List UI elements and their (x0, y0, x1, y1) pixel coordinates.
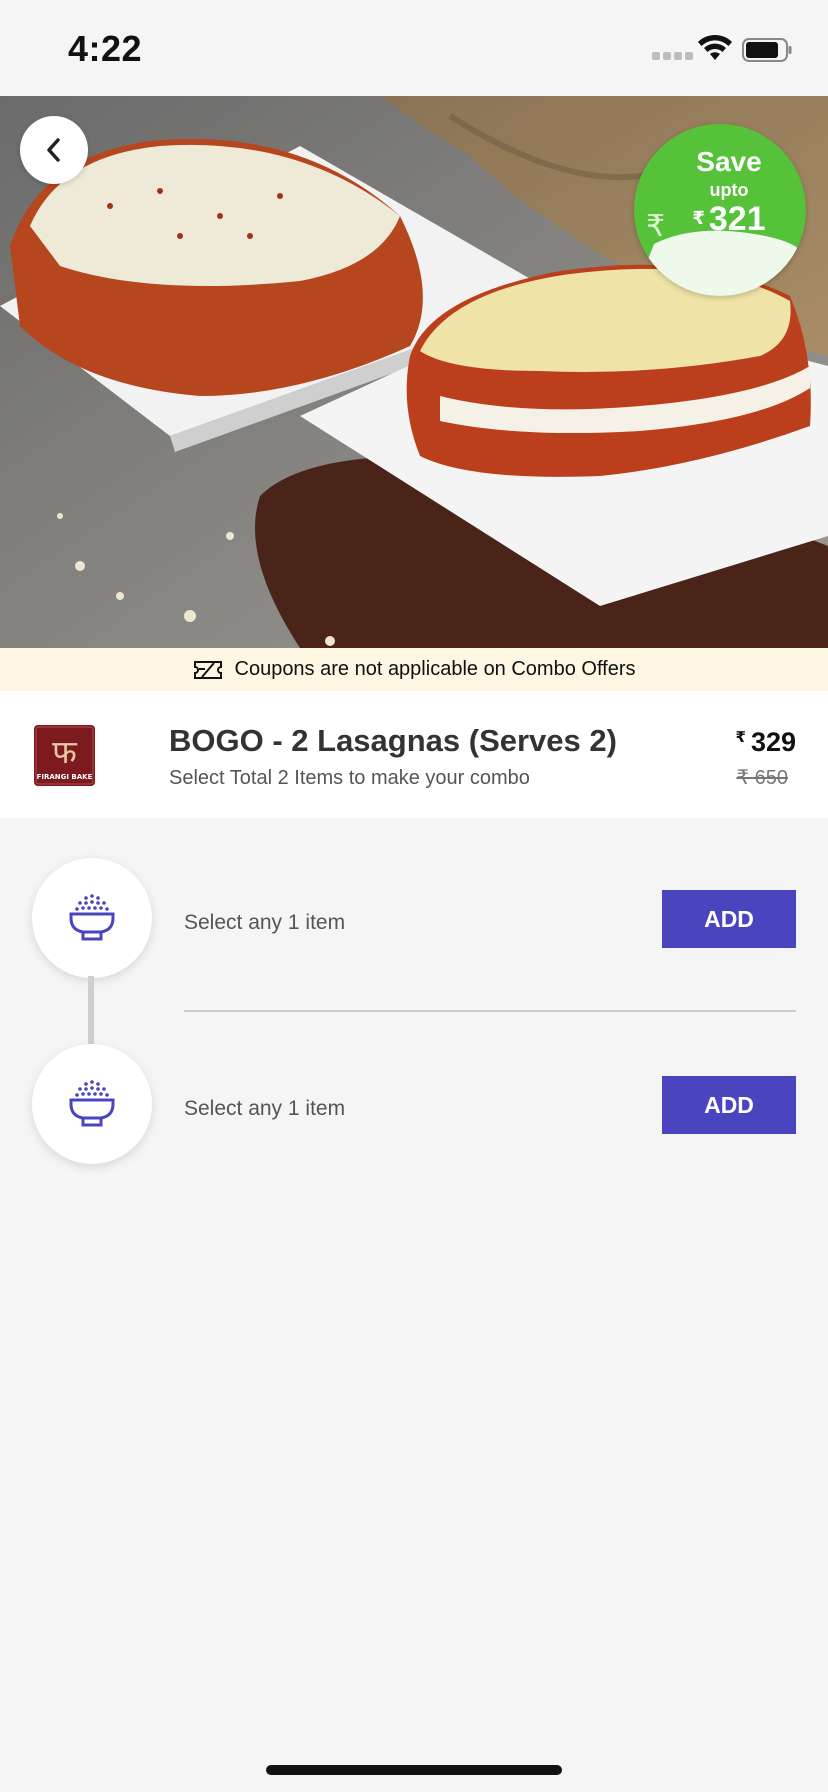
combo-price: ₹329 (736, 727, 797, 758)
slot-divider (184, 1010, 796, 1012)
svg-text:FIRANGI BAKE: FIRANGI BAKE (37, 773, 93, 781)
slot-2-label: Select any 1 item (184, 1097, 346, 1120)
status-bar: 4:22 (0, 0, 828, 96)
save-badge: ₹ Save upto ₹321 (634, 124, 806, 296)
combo-header: फ FIRANGI BAKE BOGO - 2 Lasagnas (Serves… (0, 691, 828, 818)
save-badge-title: Save (696, 146, 762, 177)
coupon-notice: Coupons are not applicable on Combo Offe… (0, 648, 828, 691)
back-button[interactable] (20, 116, 88, 184)
status-time: 4:22 (68, 28, 143, 69)
slot-2-add-button[interactable]: ADD (662, 1076, 796, 1134)
slot-2-icon-circle (32, 1044, 152, 1164)
slot-1-icon-circle (32, 858, 152, 978)
battery-icon (742, 38, 792, 62)
brand-logo: फ FIRANGI BAKE (34, 725, 95, 786)
slot-1-label: Select any 1 item (184, 911, 346, 934)
save-badge-currency: ₹ (692, 208, 705, 228)
svg-text:फ: फ (52, 733, 78, 771)
cellular-signal-icon (652, 52, 693, 60)
coupon-off-icon (193, 660, 222, 679)
home-indicator[interactable] (266, 1765, 562, 1775)
slot-1-add-button[interactable]: ADD (662, 890, 796, 948)
food-bowl-icon (69, 894, 115, 941)
combo-original-price: ₹ 650 (736, 767, 788, 789)
hero-image: ₹ Save upto ₹321 (0, 96, 828, 648)
coupon-notice-text: Coupons are not applicable on Combo Offe… (234, 658, 636, 680)
save-badge-amount: ₹321 (634, 200, 806, 239)
price-value: 329 (750, 727, 796, 757)
food-bowl-icon (69, 1080, 115, 1127)
save-badge-upto: upto (709, 180, 749, 200)
slot-connector (88, 976, 94, 1044)
wifi-icon (698, 34, 732, 60)
chevron-left-icon (47, 138, 60, 162)
save-badge-value: 321 (708, 200, 766, 238)
combo-subtitle: Select Total 2 Items to make your combo (169, 767, 530, 789)
price-currency: ₹ (735, 729, 746, 746)
combo-title: BOGO - 2 Lasagnas (Serves 2) (169, 723, 617, 758)
